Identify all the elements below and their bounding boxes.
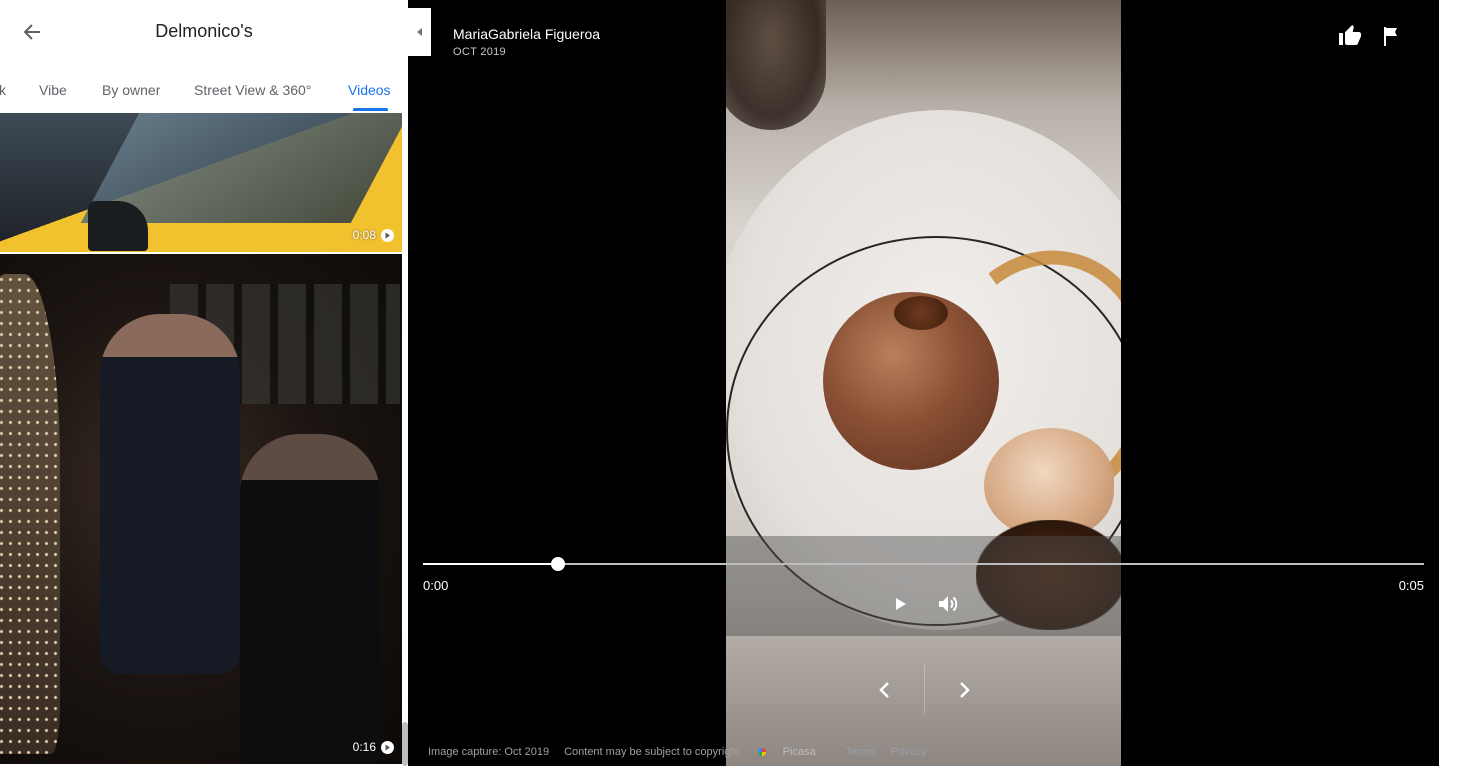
thumbs-up-icon[interactable] xyxy=(1338,24,1362,48)
seek-bar[interactable] xyxy=(423,557,1424,571)
tab-partial[interactable]: k xyxy=(0,82,6,98)
picasa-logo-icon xyxy=(757,748,766,756)
contributor-name[interactable]: MariaGabriela Figueroa xyxy=(453,26,600,42)
upload-date: OCT 2019 xyxy=(453,46,506,58)
total-duration: 0:05 xyxy=(1398,578,1424,593)
video-thumbnail[interactable]: 0:16 xyxy=(0,254,402,764)
image-capture-date: Image capture: Oct 2019 xyxy=(428,746,550,758)
video-list: 0:08 0:16 xyxy=(0,113,402,766)
photos-panel: Delmonico's k Vibe By owner Street View … xyxy=(0,0,408,766)
tab-street-view[interactable]: Street View & 360° xyxy=(194,82,311,98)
chevron-left-icon[interactable] xyxy=(871,676,899,704)
page-edge xyxy=(1439,0,1472,766)
play-icon[interactable] xyxy=(890,592,912,616)
picasa-attribution[interactable]: Picasa xyxy=(757,746,831,758)
seek-handle[interactable] xyxy=(551,557,566,571)
viewer-footer: Image capture: Oct 2019 Content may be s… xyxy=(428,746,942,758)
video-duration: 0:08 xyxy=(352,228,376,242)
privacy-link[interactable]: Privacy xyxy=(891,746,927,758)
seek-bar-progress xyxy=(423,563,559,565)
picasa-label: Picasa xyxy=(782,746,816,758)
panel-header: Delmonico's xyxy=(0,0,408,64)
terms-link[interactable]: Terms xyxy=(846,746,876,758)
copyright-notice: Content may be subject to copyright. xyxy=(564,746,743,758)
active-tab-indicator xyxy=(353,108,388,111)
volume-icon[interactable] xyxy=(936,593,960,615)
video-duration: 0:16 xyxy=(352,740,376,754)
photo-category-tabs: k Vibe By owner Street View & 360° Video… xyxy=(0,64,408,114)
chevron-right-icon[interactable] xyxy=(950,676,978,704)
tab-by-owner[interactable]: By owner xyxy=(102,82,160,98)
player-controls-overlay xyxy=(726,536,1121,636)
place-title: Delmonico's xyxy=(155,21,253,41)
collapse-panel-button[interactable] xyxy=(408,8,431,56)
media-viewer: MariaGabriela Figueroa OCT 2019 0:00 0:0… xyxy=(408,0,1439,766)
video-thumbnail[interactable]: 0:08 xyxy=(0,113,402,252)
tab-vibe[interactable]: Vibe xyxy=(39,82,67,98)
current-time: 0:00 xyxy=(423,578,449,593)
tab-videos[interactable]: Videos xyxy=(348,82,391,98)
caret-left-icon xyxy=(416,28,422,36)
nav-divider xyxy=(924,664,925,714)
video-frame[interactable] xyxy=(726,0,1121,766)
video-duration-badge: 0:16 xyxy=(353,740,394,754)
video-duration-badge: 0:08 xyxy=(353,228,394,242)
play-icon xyxy=(381,740,394,754)
play-icon xyxy=(381,228,394,242)
flag-icon[interactable] xyxy=(1381,25,1401,47)
